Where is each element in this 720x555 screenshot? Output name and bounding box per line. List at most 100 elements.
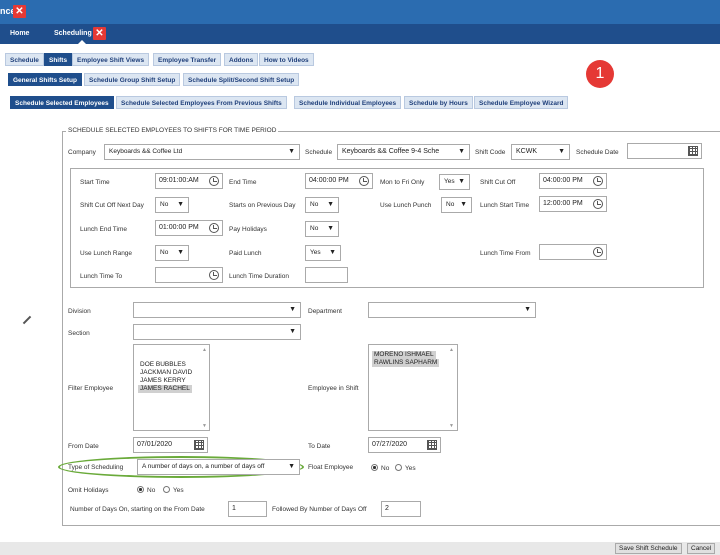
clock-icon[interactable] [209,270,219,280]
tab-schedule-employee-wizard[interactable]: Schedule Employee Wizard [474,96,569,109]
list-item[interactable]: DOE BUBBLES [140,361,186,369]
pencil-icon[interactable] [22,315,32,325]
department-select[interactable]: ▼ [368,302,536,318]
omit-yes-radio[interactable] [163,486,170,493]
omit-no-radio[interactable] [137,486,144,493]
chevron-down-icon: ▼ [524,306,531,313]
list-item[interactable]: MORENO ISHMAEL [372,351,436,359]
clock-icon[interactable] [593,199,603,209]
tab-general-shifts-setup[interactable]: General Shifts Setup [8,73,82,86]
lunch-duration-label: Lunch Time Duration [229,273,289,280]
lunch-duration-input[interactable] [305,267,348,283]
pay-holidays-label: Pay Holidays [229,226,267,233]
float-no-radio[interactable] [371,464,378,471]
clock-icon[interactable] [593,176,603,186]
cancel-button[interactable]: Cancel [687,543,716,554]
lunch-start-input[interactable]: 12:00:00 PM [539,196,607,212]
cutoff-next-day-select[interactable]: No ▼ [155,197,189,213]
list-item[interactable]: RAWLINS SAPHARM [372,359,440,367]
save-shift-schedule-button[interactable]: Save Shift Schedule [615,543,682,554]
paid-lunch-select[interactable]: Yes ▼ [305,245,341,261]
clock-icon[interactable] [209,223,219,233]
fieldset-legend: SCHEDULE SELECTED EMPLOYEES TO SHIFTS FO… [66,127,279,134]
close-scheduling-icon[interactable]: ✕ [93,27,106,40]
days-on-input[interactable]: 1 [228,501,267,517]
tab-employee-shift-views[interactable]: Employee Shift Views [72,53,150,66]
shift-cutoff-input[interactable]: 04:00:00 PM [539,173,607,189]
chevron-down-icon: ▼ [558,148,565,155]
shift-cutoff-label: Shift Cut Off [480,179,516,186]
scroll-down-icon[interactable]: ▼ [449,423,454,429]
tab-schedule-by-hours[interactable]: Schedule by Hours [404,96,473,109]
filter-employee-list[interactable]: ▲ ▼ DOE BUBBLES JACKMAN DAVID JAMES KERR… [133,344,210,431]
chevron-down-icon: ▼ [327,201,334,208]
calendar-icon[interactable] [194,440,204,450]
department-label: Department [308,308,342,315]
mon-fri-select[interactable]: Yes ▼ [439,174,470,190]
tab-shifts[interactable]: Shifts [44,53,73,66]
lunch-end-value: 01:00:00 PM [159,224,199,231]
tab-how-to-videos[interactable]: How to Videos [259,53,314,66]
clock-icon[interactable] [209,176,219,186]
type-of-scheduling-select[interactable]: A number of days on, a number of days of… [137,459,300,475]
paid-lunch-value: Yes [310,249,321,256]
shift-code-select[interactable]: KCWK ▼ [511,144,570,160]
close-icon[interactable]: ✕ [13,5,26,18]
type-of-scheduling-label: Type of Scheduling [68,464,124,471]
float-yes-radio[interactable] [395,464,402,471]
annotation-badge: 1 [586,60,614,88]
lunch-to-input[interactable] [155,267,223,283]
division-select[interactable]: ▼ [133,302,301,318]
use-lunch-punch-label: Use Lunch Punch [380,202,432,209]
clock-icon[interactable] [593,247,603,257]
tab-schedule[interactable]: Schedule [5,53,44,66]
scroll-up-icon[interactable]: ▲ [202,347,207,353]
start-time-input[interactable]: 09:01:00:AM [155,173,223,189]
type-of-scheduling-value: A number of days on, a number of days of… [142,463,265,470]
lunch-start-label: Lunch Start Time [480,202,530,209]
nav-home[interactable]: Home [10,30,29,37]
list-item-selected[interactable]: JAMES RACHEL [138,385,192,393]
scroll-down-icon[interactable]: ▼ [202,423,207,429]
starts-prev-day-select[interactable]: No ▼ [305,197,339,213]
lunch-from-input[interactable] [539,244,607,260]
section-select[interactable]: ▼ [133,324,301,340]
chevron-down-icon: ▼ [458,178,465,185]
use-lunch-range-select[interactable]: No ▼ [155,245,189,261]
tab-schedule-group-shift-setup[interactable]: Schedule Group Shift Setup [84,73,181,86]
schedule-date-input[interactable] [627,143,702,159]
tab-addons[interactable]: Addons [224,53,259,66]
tab-schedule-individual-employees[interactable]: Schedule Individual Employees [294,96,402,109]
tab-schedule-selected-employees[interactable]: Schedule Selected Employees [10,96,114,109]
chevron-down-icon: ▼ [458,148,465,155]
use-lunch-range-value: No [160,249,169,256]
employee-in-shift-list[interactable]: ▲ ▼ MORENO ISHMAEL RAWLINS SAPHARM [368,344,458,431]
days-off-input[interactable]: 2 [381,501,421,517]
calendar-icon[interactable] [688,146,698,156]
scroll-up-icon[interactable]: ▲ [449,347,454,353]
bottom-bar [0,542,720,555]
lunch-from-label: Lunch Time From [480,250,531,257]
tab-employee-transfer[interactable]: Employee Transfer [153,53,222,66]
to-date-input[interactable]: 07/27/2020 [368,437,441,453]
pay-holidays-select[interactable]: No ▼ [305,221,339,237]
from-date-input[interactable]: 07/01/2020 [133,437,208,453]
omit-yes-label: Yes [173,487,184,494]
schedule-select[interactable]: Keyboards && Coffee 9-4 Sche ▼ [337,144,470,160]
lunch-start-value: 12:00:00 PM [543,200,583,207]
list-item[interactable]: JACKMAN DAVID [140,369,192,377]
clock-icon[interactable] [359,176,369,186]
use-lunch-punch-select[interactable]: No ▼ [441,197,472,213]
omit-holidays-label: Omit Holidays [68,487,109,494]
nav-scheduling[interactable]: Scheduling [54,30,92,37]
calendar-icon[interactable] [427,440,437,450]
company-select[interactable]: Keyboards && Coffee Ltd ▼ [104,144,300,160]
chevron-down-icon: ▼ [288,148,295,155]
lunch-end-input[interactable]: 01:00:00 PM [155,220,223,236]
list-item[interactable]: JAMES KERRY [140,377,186,385]
days-on-value: 1 [232,505,236,512]
tab-schedule-split-second-shift-setup[interactable]: Schedule Split/Second Shift Setup [183,73,300,86]
float-no-label: No [381,465,390,472]
end-time-input[interactable]: 04:00:00 PM [305,173,373,189]
tab-schedule-selected-from-previous[interactable]: Schedule Selected Employees From Previou… [116,96,287,109]
